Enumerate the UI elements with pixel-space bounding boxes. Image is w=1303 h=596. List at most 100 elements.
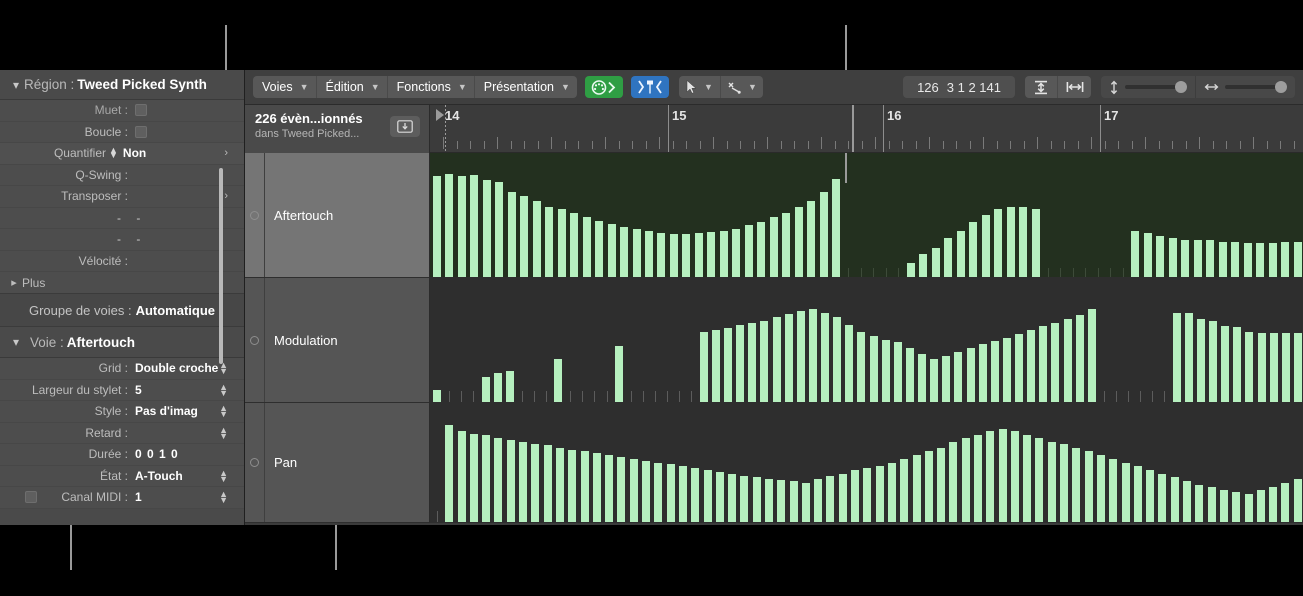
vertical-zoom-slider-knob[interactable] (1175, 81, 1187, 93)
row-canal-midi[interactable]: Canal MIDI : 1 ▲▼ (0, 487, 244, 509)
event-bar[interactable] (820, 192, 828, 277)
event-bar[interactable] (1232, 492, 1240, 522)
row-style[interactable]: Style : Pas d'imag ▲▼ (0, 401, 244, 423)
event-bar[interactable] (1185, 313, 1193, 402)
event-bar[interactable] (682, 234, 690, 277)
event-bar[interactable] (797, 311, 805, 402)
event-bar[interactable] (615, 346, 623, 402)
event-bar[interactable] (757, 222, 765, 277)
event-bar[interactable] (1122, 463, 1130, 522)
event-bar[interactable] (1294, 242, 1302, 277)
event-bar[interactable] (994, 209, 1002, 277)
event-bar[interactable] (745, 225, 753, 277)
event-bar[interactable] (1032, 209, 1040, 277)
event-bar[interactable] (568, 450, 576, 522)
event-bar[interactable] (913, 455, 921, 522)
row-largeur-stylet-value[interactable]: 5 (135, 383, 142, 397)
event-bar[interactable] (583, 217, 591, 277)
event-bar[interactable] (1195, 485, 1203, 522)
event-bar[interactable] (900, 459, 908, 522)
grid-stepper[interactable]: ▲▼ (219, 362, 228, 374)
ruler-playhead[interactable] (852, 105, 854, 153)
row-quantifier-value[interactable]: Non (123, 146, 146, 160)
event-bar[interactable] (728, 474, 736, 522)
row-etat[interactable]: État : A-Touch ▲▼ (0, 466, 244, 488)
event-bar[interactable] (494, 438, 502, 522)
event-bar[interactable] (1233, 327, 1241, 402)
snap-to-grid-button[interactable] (631, 76, 669, 98)
event-bar[interactable] (740, 476, 748, 522)
event-bar[interactable] (919, 254, 927, 277)
event-bar[interactable] (470, 434, 478, 522)
event-bar[interactable] (930, 359, 938, 402)
event-bar[interactable] (707, 232, 715, 277)
event-bar[interactable] (918, 354, 926, 402)
more-disclosure[interactable]: ▸ Plus (0, 272, 244, 293)
event-bar[interactable] (581, 451, 589, 522)
event-bar[interactable] (870, 336, 878, 402)
event-bar[interactable] (570, 213, 578, 277)
event-bar[interactable] (1088, 309, 1096, 402)
row-qswing[interactable]: Q-Swing : (0, 165, 244, 187)
event-bar[interactable] (608, 224, 616, 277)
row-dash-1-value[interactable]: - - (117, 211, 146, 225)
event-bar[interactable] (554, 359, 562, 402)
row-quantifier[interactable]: Quantifier ▲▼ Non › (0, 143, 244, 165)
row-dash-2[interactable]: - - (0, 229, 244, 251)
menu-presentation[interactable]: Présentation ▼ (475, 76, 577, 98)
event-bar[interactable] (944, 238, 952, 277)
event-bar[interactable] (907, 263, 915, 277)
event-bar[interactable] (1221, 326, 1229, 402)
event-bar[interactable] (1256, 243, 1264, 277)
event-bar[interactable] (1206, 240, 1214, 277)
event-bar[interactable] (679, 466, 687, 522)
event-bar[interactable] (888, 463, 896, 522)
event-bar[interactable] (533, 201, 541, 277)
chevron-down-icon[interactable]: ▼ (704, 82, 713, 92)
event-bar[interactable] (1109, 459, 1117, 522)
event-bar[interactable] (1011, 431, 1019, 522)
event-bar[interactable] (777, 480, 785, 522)
event-bar[interactable] (433, 176, 441, 277)
event-bar[interactable] (807, 201, 815, 277)
event-bar[interactable] (1245, 494, 1253, 522)
event-bar[interactable] (937, 448, 945, 522)
inspector-scrollbar[interactable] (219, 168, 223, 364)
event-bar[interactable] (657, 233, 665, 277)
chevron-down-icon[interactable]: ▼ (748, 82, 757, 92)
voice-header[interactable]: ▾ Voie : Aftertouch (0, 327, 244, 358)
voice-group-value[interactable]: Automatique (136, 303, 215, 318)
event-bar[interactable] (507, 440, 515, 522)
event-bar[interactable] (1015, 334, 1023, 402)
event-bar[interactable] (1244, 243, 1252, 277)
event-bar[interactable] (716, 472, 724, 522)
event-bar[interactable] (979, 344, 987, 402)
event-bar[interactable] (1269, 487, 1277, 522)
event-bar[interactable] (545, 207, 553, 277)
row-grid[interactable]: Grid : Double croche ▲▼ (0, 358, 244, 380)
row-velocite[interactable]: Vélocité : (0, 251, 244, 273)
row-style-value[interactable]: Pas d'imag (135, 404, 198, 418)
row-duree-value[interactable]: 0 0 1 0 (135, 447, 179, 461)
event-bar[interactable] (508, 192, 516, 277)
event-bar[interactable] (458, 431, 466, 522)
event-bar[interactable] (691, 468, 699, 522)
event-bar[interactable] (1194, 240, 1202, 277)
chevron-down-icon-voice[interactable]: ▾ (8, 335, 24, 349)
event-bar[interactable] (1197, 319, 1205, 402)
lane-gutter-pan[interactable] (245, 403, 265, 522)
row-canal-midi-value[interactable]: 1 (135, 490, 142, 504)
event-bar[interactable] (1231, 242, 1239, 277)
region-header[interactable]: ▾ Région : Tweed Picked Synth (0, 70, 244, 100)
chevron-down-icon[interactable]: ▾ (8, 78, 24, 92)
event-bar[interactable] (982, 215, 990, 277)
event-bar[interactable] (770, 217, 778, 277)
row-duree[interactable]: Durée : 0 0 1 0 (0, 444, 244, 466)
event-bar[interactable] (1064, 319, 1072, 402)
event-bar[interactable] (925, 451, 933, 522)
lane-enable-dot-icon[interactable] (250, 211, 259, 220)
quantifier-stepper[interactable]: ▲▼ (109, 148, 118, 158)
lane-header-modulation[interactable]: Modulation (245, 278, 430, 403)
import-events-button[interactable] (390, 116, 420, 137)
event-bar[interactable] (494, 373, 502, 402)
